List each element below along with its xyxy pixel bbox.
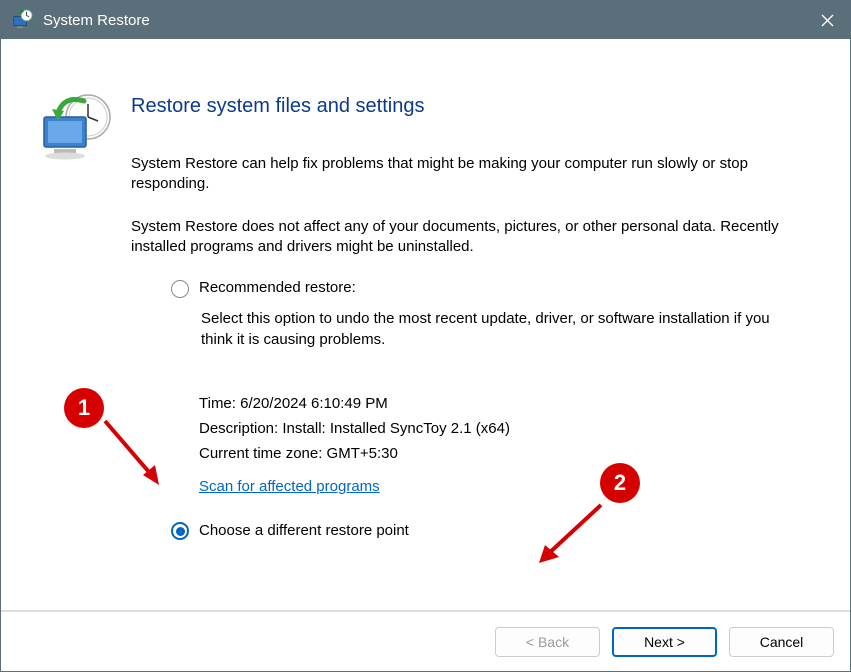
annotation-marker-1: 1 bbox=[64, 388, 104, 428]
cancel-button[interactable]: Cancel bbox=[729, 627, 834, 657]
radio-recommended-desc: Select this option to undo the most rece… bbox=[201, 308, 790, 350]
radio-group: Recommended restore: Select this option … bbox=[171, 279, 790, 350]
scan-affected-link[interactable]: Scan for affected programs bbox=[199, 478, 380, 495]
close-button[interactable] bbox=[804, 1, 850, 39]
system-restore-window: System Restore bbox=[0, 0, 851, 672]
intro-para-1: System Restore can help fix problems tha… bbox=[131, 154, 790, 195]
detail-description: Description: Install: Installed SyncToy … bbox=[199, 420, 790, 437]
system-restore-icon bbox=[11, 9, 33, 31]
intro-para-2: System Restore does not affect any of yo… bbox=[131, 217, 790, 258]
restore-details: Time: 6/20/2024 6:10:49 PM Description: … bbox=[199, 395, 790, 495]
annotation-marker-2: 2 bbox=[600, 463, 640, 503]
content-area: Restore system files and settings System… bbox=[1, 39, 850, 611]
close-icon bbox=[821, 14, 834, 27]
window-title: System Restore bbox=[43, 12, 804, 29]
radio-choose-different[interactable] bbox=[171, 522, 189, 540]
detail-timezone: Current time zone: GMT+5:30 bbox=[199, 445, 790, 462]
back-button: < Back bbox=[495, 627, 600, 657]
radio-recommended[interactable] bbox=[171, 280, 189, 298]
radio-recommended-label: Recommended restore: bbox=[199, 279, 356, 296]
next-button[interactable]: Next > bbox=[612, 627, 717, 657]
titlebar: System Restore bbox=[1, 1, 850, 39]
wizard-graphic bbox=[1, 39, 131, 610]
detail-time: Time: 6/20/2024 6:10:49 PM bbox=[199, 395, 790, 412]
page-heading: Restore system files and settings bbox=[131, 95, 790, 118]
radio-choose-different-label: Choose a different restore point bbox=[199, 522, 409, 539]
button-bar: < Back Next > Cancel bbox=[1, 611, 850, 671]
main-panel: Restore system files and settings System… bbox=[131, 39, 850, 610]
